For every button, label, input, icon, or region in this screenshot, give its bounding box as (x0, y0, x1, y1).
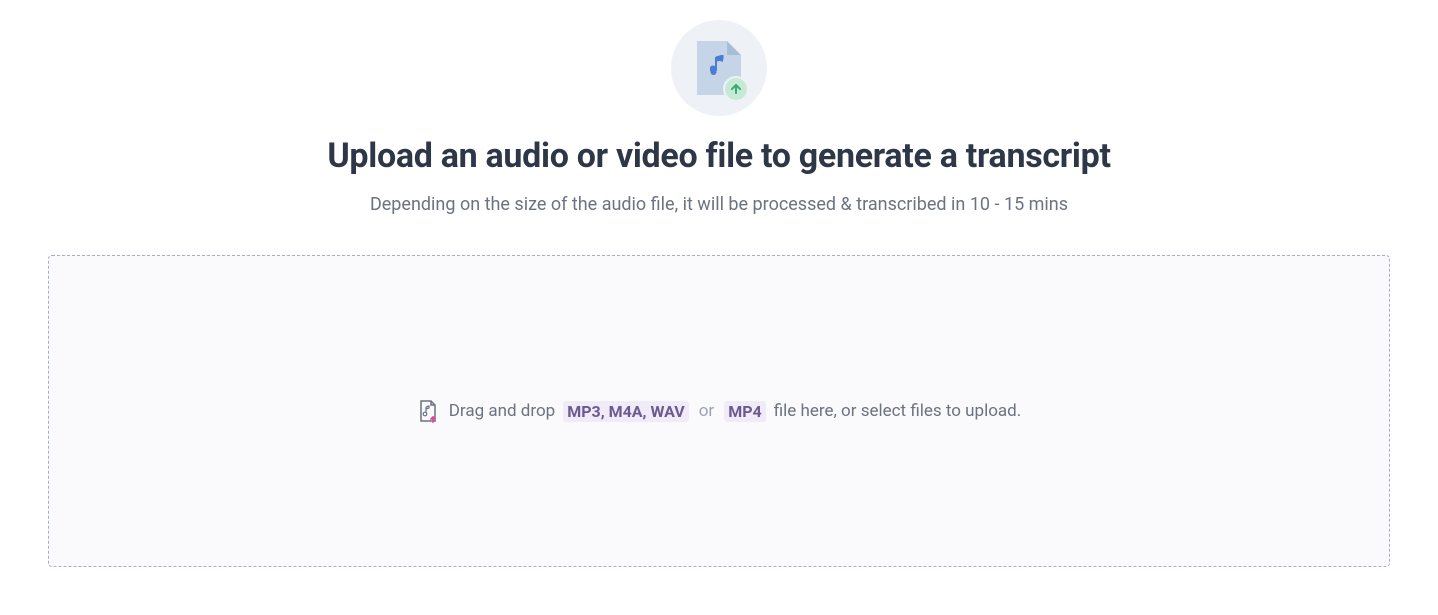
dropzone-content: Drag and drop MP3, M4A, WAV or MP4 file … (417, 399, 1022, 423)
dropzone-or: or (699, 401, 714, 421)
file-dropzone[interactable]: Drag and drop MP3, M4A, WAV or MP4 file … (48, 255, 1390, 567)
dropzone-drag-suffix: file here, or select files to upload. (774, 401, 1022, 421)
upload-arrow-icon (723, 76, 749, 102)
audio-formats-badge: MP3, M4A, WAV (563, 401, 689, 422)
page-title: Upload an audio or video file to generat… (327, 136, 1110, 176)
dropzone-drag-prefix: Drag and drop (449, 401, 555, 421)
page-subtitle: Depending on the size of the audio file,… (370, 194, 1068, 215)
video-formats-badge: MP4 (724, 401, 766, 422)
music-note-icon (710, 55, 728, 77)
hero-icon-container (671, 20, 767, 116)
file-upload-icon (417, 399, 439, 423)
